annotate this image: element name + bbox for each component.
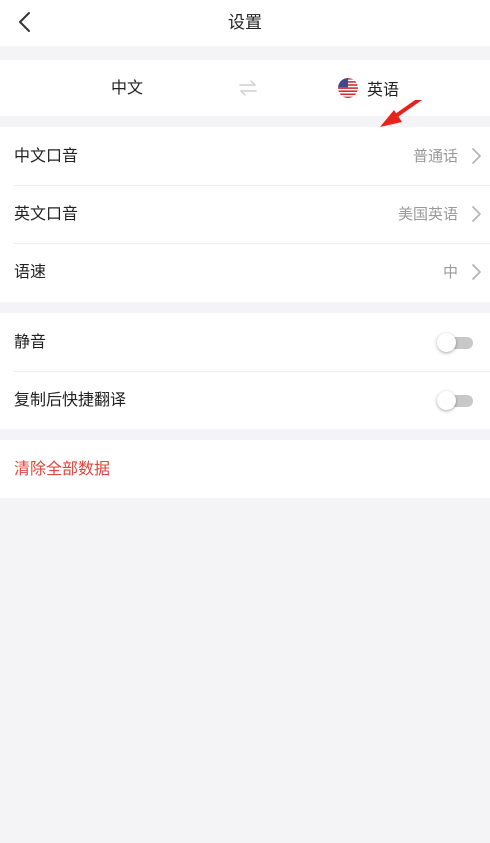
swap-language-button[interactable] [236, 78, 260, 98]
english-accent-value: 美国英语 [397, 205, 458, 223]
clear-data-button[interactable]: 清除全部数据 [0, 440, 490, 498]
toggle-knob [437, 391, 456, 410]
copy-translate-label: 复制后快捷翻译 [14, 390, 127, 409]
chevron-right-icon [472, 264, 481, 280]
us-flag-icon [338, 78, 358, 98]
top-nav-bar: 设置 [0, 0, 490, 46]
speech-rate-value: 中 [442, 263, 458, 281]
copy-translate-toggle[interactable] [437, 391, 473, 410]
speech-rate-label: 语速 [14, 262, 47, 281]
speech-rate-row[interactable]: 语速 中 [0, 243, 490, 301]
target-language-label: 英语 [367, 80, 400, 99]
english-accent-label: 英文口音 [14, 204, 79, 223]
language-selector: 中文 英语 [0, 60, 490, 127]
page-title: 设置 [228, 13, 262, 33]
voice-settings-group: 中文口音 普通话 英文口音 美国英语 语速 中 [0, 127, 490, 302]
mute-row: 静音 [0, 313, 490, 371]
mute-toggle[interactable] [437, 333, 473, 352]
chevron-right-icon [472, 148, 481, 164]
copy-translate-row: 复制后快捷翻译 [0, 371, 490, 429]
toggle-settings-group: 静音 复制后快捷翻译 [0, 313, 490, 429]
chinese-accent-label: 中文口音 [14, 146, 79, 165]
chinese-accent-value: 普通话 [412, 147, 458, 165]
swap-arrows-icon [239, 80, 257, 96]
clear-data-label: 清除全部数据 [14, 459, 111, 478]
chevron-right-icon [472, 206, 481, 222]
danger-group: 清除全部数据 [0, 440, 490, 498]
source-language-button[interactable]: 中文 [80, 60, 174, 116]
toggle-knob [437, 333, 456, 352]
chinese-accent-row[interactable]: 中文口音 普通话 [0, 127, 490, 185]
english-accent-row[interactable]: 英文口音 美国英语 [0, 185, 490, 243]
mute-label: 静音 [14, 332, 47, 351]
target-language-button[interactable]: 英语 [338, 60, 399, 116]
